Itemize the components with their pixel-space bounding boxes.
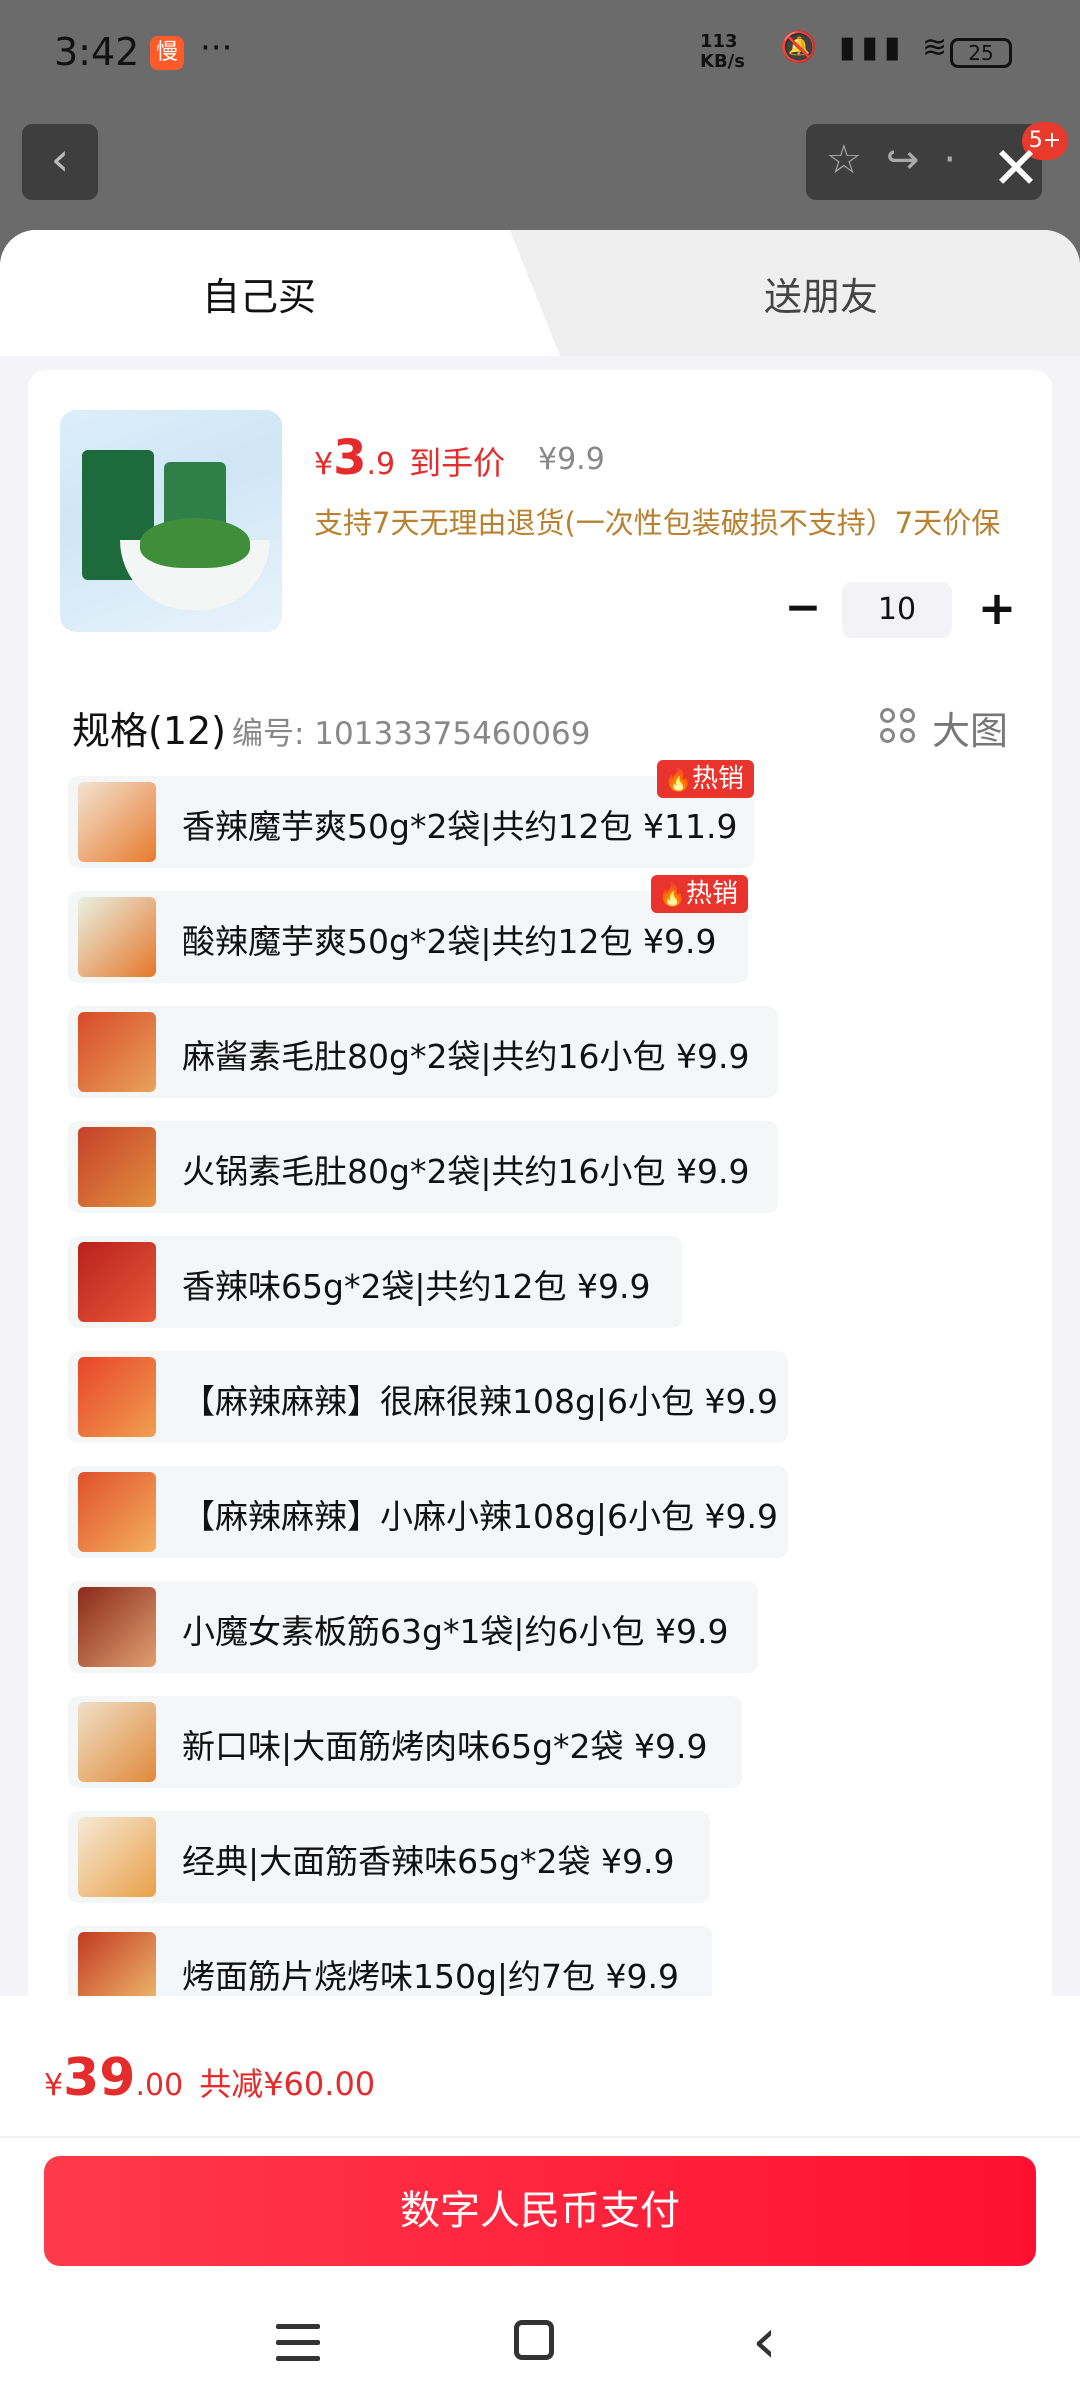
nav-back-icon[interactable]: ‹ [752, 2304, 777, 2377]
network-speed-unit: KB/s [700, 51, 745, 72]
variant-label: 烤面筋片烧烤味150g|约7包 ¥9.9 [182, 1957, 680, 1996]
battery-icon: 25 [950, 38, 1012, 68]
price-integer: 3 [333, 430, 367, 486]
network-speed-value: 113 [700, 31, 738, 52]
variant-option[interactable]: 香辣魔芋爽50g*2袋|共约12包 ¥11.9 🔥热销 [68, 760, 754, 868]
spec-title: 规格(12) [72, 709, 227, 753]
product-card: ¥3.9 到手价 ¥9.9 支持7天无理由退货(一次性包装破损不支持）7天价保 −… [28, 370, 1052, 2230]
share-icon[interactable]: ↪ [886, 137, 944, 183]
variant-label: 酸辣魔芋爽50g*2袋|共约12包 ¥9.9 [182, 922, 717, 961]
tab-gift-label[interactable]: 送朋友 [764, 266, 878, 321]
product-image[interactable] [60, 410, 282, 632]
final-price: ¥3.9 到手价 [314, 430, 505, 486]
status-bar: 3:42 慢 ··· 113 KB/s 🔕 ▮▮▮ ≋ 25 [0, 0, 1080, 110]
variant-option[interactable]: 经典|大面筋香辣味65g*2袋 ¥9.9 [68, 1811, 710, 1903]
variant-thumbnail [78, 1817, 156, 1897]
variant-thumbnail [78, 1012, 156, 1092]
divider [0, 2136, 1080, 2138]
quantity-input[interactable]: 10 [842, 582, 952, 638]
guarantee-text: 支持7天无理由退货(一次性包装破损不支持）7天价保 [314, 506, 1001, 540]
total-savings: 共减¥60.00 [199, 2065, 376, 2103]
variant-option[interactable]: 【麻辣麻辣】很麻很辣108g|6小包 ¥9.9 [68, 1351, 788, 1443]
variant-label: 新口味|大面筋烤肉味65g*2袋 ¥9.9 [182, 1727, 708, 1766]
variant-thumbnail [78, 1127, 156, 1207]
back-icon[interactable]: ‹ [22, 124, 98, 200]
variant-label: 香辣味65g*2袋|共约12包 ¥9.9 [182, 1267, 651, 1306]
variant-thumbnail [78, 782, 156, 862]
variant-option[interactable]: 【麻辣麻辣】小麻小辣108g|6小包 ¥9.9 [68, 1466, 788, 1558]
variant-label: 【麻辣麻辣】很麻很辣108g|6小包 ¥9.9 [182, 1382, 779, 1421]
hot-sale-badge: 🔥热销 [656, 760, 754, 798]
variant-option[interactable]: 麻酱素毛肚80g*2袋|共约16小包 ¥9.9 [68, 1006, 778, 1098]
grid-view-icon[interactable] [880, 708, 916, 744]
variant-label: 经典|大面筋香辣味65g*2袋 ¥9.9 [182, 1842, 675, 1881]
variant-label: 小魔女素板筋63g*1袋|约6小包 ¥9.9 [182, 1612, 729, 1651]
variant-option[interactable]: 火锅素毛肚80g*2袋|共约16小包 ¥9.9 [68, 1121, 778, 1213]
total-price: ¥39.00 共减¥60.00 [44, 2048, 375, 2108]
variant-thumbnail [78, 1472, 156, 1552]
variant-label: 火锅素毛肚80g*2袋|共约16小包 ¥9.9 [182, 1152, 750, 1191]
total-decimal: .00 [135, 2068, 184, 2103]
app-notification-icon: 慢 [150, 36, 184, 70]
variant-thumbnail [78, 897, 156, 977]
network-speed: 113 KB/s [700, 32, 745, 72]
decrease-quantity-button[interactable]: − [780, 586, 826, 634]
hot-sale-badge: 🔥热销 [650, 875, 748, 913]
variant-thumbnail [78, 1242, 156, 1322]
home-icon[interactable] [514, 2320, 554, 2360]
variant-option[interactable]: 小魔女素板筋63g*1袋|约6小包 ¥9.9 [68, 1581, 758, 1673]
variant-option[interactable]: 香辣味65g*2袋|共约12包 ¥9.9 [68, 1236, 682, 1328]
price-tag: 到手价 [409, 444, 506, 482]
variant-label: 香辣魔芋爽50g*2袋|共约12包 ¥11.9 [182, 807, 738, 846]
checkout-bar: ¥39.00 共减¥60.00 数字人民币支付 ‹ [0, 1996, 1080, 2400]
favorite-icon[interactable]: ☆ [826, 137, 886, 183]
variant-option[interactable]: 新口味|大面筋烤肉味65g*2袋 ¥9.9 [68, 1696, 742, 1788]
close-icon[interactable]: ✕ [986, 139, 1046, 200]
original-price: ¥9.9 [538, 442, 605, 477]
purchase-tabs: 自己买 送朋友 [0, 230, 1080, 356]
more-icon[interactable]: · [943, 137, 980, 183]
big-image-button[interactable]: 大图 [932, 700, 1008, 755]
variant-thumbnail [78, 1587, 156, 1667]
variant-thumbnail [78, 1702, 156, 1782]
pay-button[interactable]: 数字人民币支付 [44, 2156, 1036, 2266]
system-nav-bar: ‹ [0, 2296, 1080, 2400]
signal-icons: 🔕 ▮▮▮ ≋ [780, 30, 954, 65]
variant-label: 麻酱素毛肚80g*2袋|共约16小包 ¥9.9 [182, 1037, 750, 1076]
total-symbol: ¥ [44, 2068, 64, 2103]
increase-quantity-button[interactable]: + [974, 585, 1020, 632]
more-notifications-icon: ··· [200, 28, 233, 68]
price-symbol: ¥ [314, 447, 334, 482]
flame-icon: 🔥 [664, 768, 692, 793]
product-code: 编号: 10133375460069 [232, 716, 591, 752]
purchase-sheet: 自己买 送朋友 ¥3.9 到手价 ¥9.9 支持7天无理由退货(一次性包装破损不支… [0, 230, 1080, 2400]
variant-option[interactable]: 酸辣魔芋爽50g*2袋|共约12包 ¥9.9 🔥热销 [68, 875, 748, 983]
recent-apps-icon[interactable] [276, 2324, 320, 2364]
variant-label: 【麻辣麻辣】小麻小辣108g|6小包 ¥9.9 [182, 1497, 779, 1536]
hot-sale-label: 热销 [691, 764, 744, 794]
tab-self-buy-label[interactable]: 自己买 [202, 266, 316, 321]
price-decimal: .9 [366, 447, 396, 482]
status-time: 3:42 [54, 30, 140, 74]
hot-sale-label: 热销 [685, 879, 738, 909]
total-integer: 39 [63, 2048, 136, 2108]
variant-thumbnail [78, 1357, 156, 1437]
flame-icon: 🔥 [658, 883, 686, 908]
